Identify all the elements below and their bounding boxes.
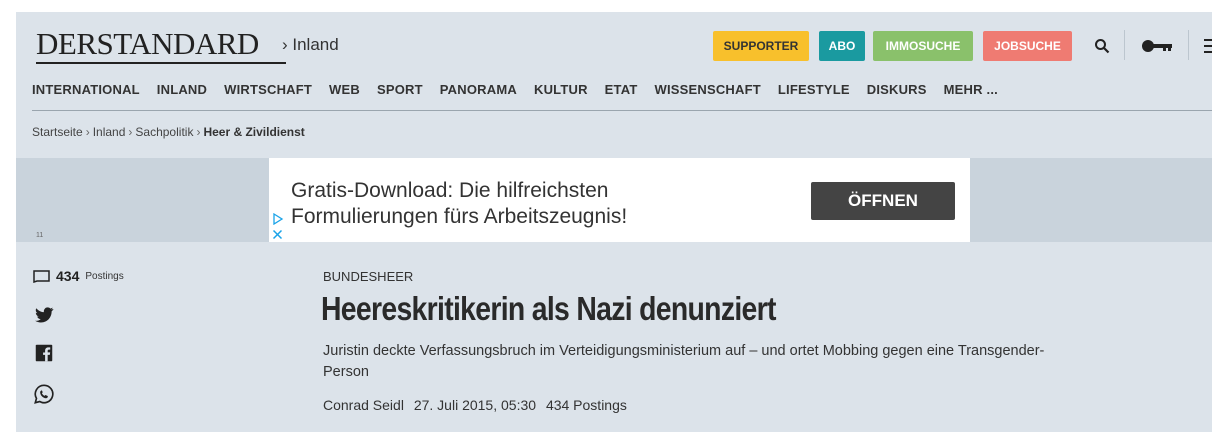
- article-lead: Juristin deckte Verfassungsbruch im Vert…: [323, 343, 1045, 380]
- nav-item-mehr[interactable]: MEHR ...: [944, 82, 998, 108]
- key-icon[interactable]: [1140, 34, 1174, 58]
- nav-item-sport[interactable]: SPORT: [377, 82, 423, 108]
- postings-label: Postings: [85, 270, 124, 282]
- breadcrumb-current[interactable]: Heer & Zivildienst: [203, 125, 304, 139]
- breadcrumb-item-sachpolitik[interactable]: Sachpolitik: [135, 125, 193, 139]
- site-header: DERSTANDARD › Inland SUPPORTER ABO IMMOS…: [16, 12, 1212, 74]
- ad-open-button[interactable]: ÖFFNEN: [811, 182, 955, 220]
- article-author[interactable]: Conrad Seidl: [323, 397, 404, 413]
- ad-small-label: 11: [36, 232, 44, 239]
- nav-item-international[interactable]: INTERNATIONAL: [32, 82, 140, 108]
- menu-icon[interactable]: [1204, 34, 1212, 58]
- article-headline: Heereskritikerin als Nazi denunziert: [321, 290, 776, 327]
- abo-button[interactable]: ABO: [819, 31, 865, 61]
- ad-text[interactable]: Gratis-Download: Die hilfreichsten Formu…: [291, 178, 627, 230]
- article-postings-link[interactable]: 434 Postings: [546, 397, 627, 413]
- advertisement[interactable]: Gratis-Download: Die hilfreichsten Formu…: [269, 158, 970, 242]
- page: DERSTANDARD › Inland SUPPORTER ABO IMMOS…: [16, 12, 1212, 432]
- breadcrumb-separator: ›: [128, 125, 133, 139]
- supporter-button[interactable]: SUPPORTER: [713, 31, 809, 61]
- breadcrumb-separator: ›: [196, 125, 201, 139]
- article-kicker: BUNDESHEER: [323, 269, 414, 284]
- twitter-icon[interactable]: [33, 304, 55, 326]
- breadcrumb-separator: ›: [85, 125, 90, 139]
- breadcrumb-item-startseite[interactable]: Startseite: [32, 125, 83, 139]
- ad-text-line-2: Formulierungen fürs Arbeitszeugnis!: [291, 205, 628, 228]
- jobsuche-button[interactable]: JOBSUCHE: [983, 31, 1072, 61]
- nav-item-wirtschaft[interactable]: WIRTSCHAFT: [224, 82, 312, 108]
- header-divider: [1124, 30, 1125, 60]
- search-icon[interactable]: [1090, 34, 1114, 58]
- nav-item-inland[interactable]: INLAND: [157, 82, 207, 108]
- ad-text-line-1: Gratis-Download: Die hilfreichsten: [291, 179, 609, 202]
- article-date: 27. Juli 2015, 05:30: [413, 397, 537, 413]
- postings-link[interactable]: 434 Postings: [33, 268, 124, 284]
- breadcrumb-item-inland[interactable]: Inland: [93, 125, 126, 139]
- header-divider: [1188, 30, 1189, 60]
- section-link-inland[interactable]: › Inland: [282, 35, 339, 55]
- comment-icon: [33, 270, 50, 283]
- logo-underline: [36, 62, 286, 64]
- postings-count: 434: [56, 268, 80, 284]
- nav-item-web[interactable]: WEB: [329, 82, 360, 108]
- main-navigation: INTERNATIONAL INLAND WIRTSCHAFT WEB SPOR…: [32, 82, 998, 108]
- breadcrumb: Startseite › Inland › Sachpolitik › Heer & Ziv…: [32, 125, 305, 139]
- nav-item-wissenschaft[interactable]: WISSENSCHAFT: [654, 82, 760, 108]
- nav-item-panorama[interactable]: PANORAMA: [440, 82, 517, 108]
- ad-close-icon[interactable]: [272, 229, 283, 240]
- adchoices-icon[interactable]: [272, 213, 284, 225]
- article-meta: Conrad Seidl 27. Juli 2015, 05:30 434 Po…: [323, 397, 633, 413]
- nav-item-diskurs[interactable]: DISKURS: [867, 82, 927, 108]
- nav-item-lifestyle[interactable]: LIFESTYLE: [778, 82, 850, 108]
- whatsapp-icon[interactable]: [33, 383, 55, 405]
- facebook-icon[interactable]: [33, 342, 55, 364]
- nav-item-etat[interactable]: ETAT: [605, 82, 638, 108]
- immosuche-button[interactable]: IMMOSUCHE: [873, 31, 973, 61]
- site-logo[interactable]: DERSTANDARD: [36, 26, 259, 62]
- nav-item-kultur[interactable]: KULTUR: [534, 82, 588, 108]
- nav-divider: [32, 110, 1212, 111]
